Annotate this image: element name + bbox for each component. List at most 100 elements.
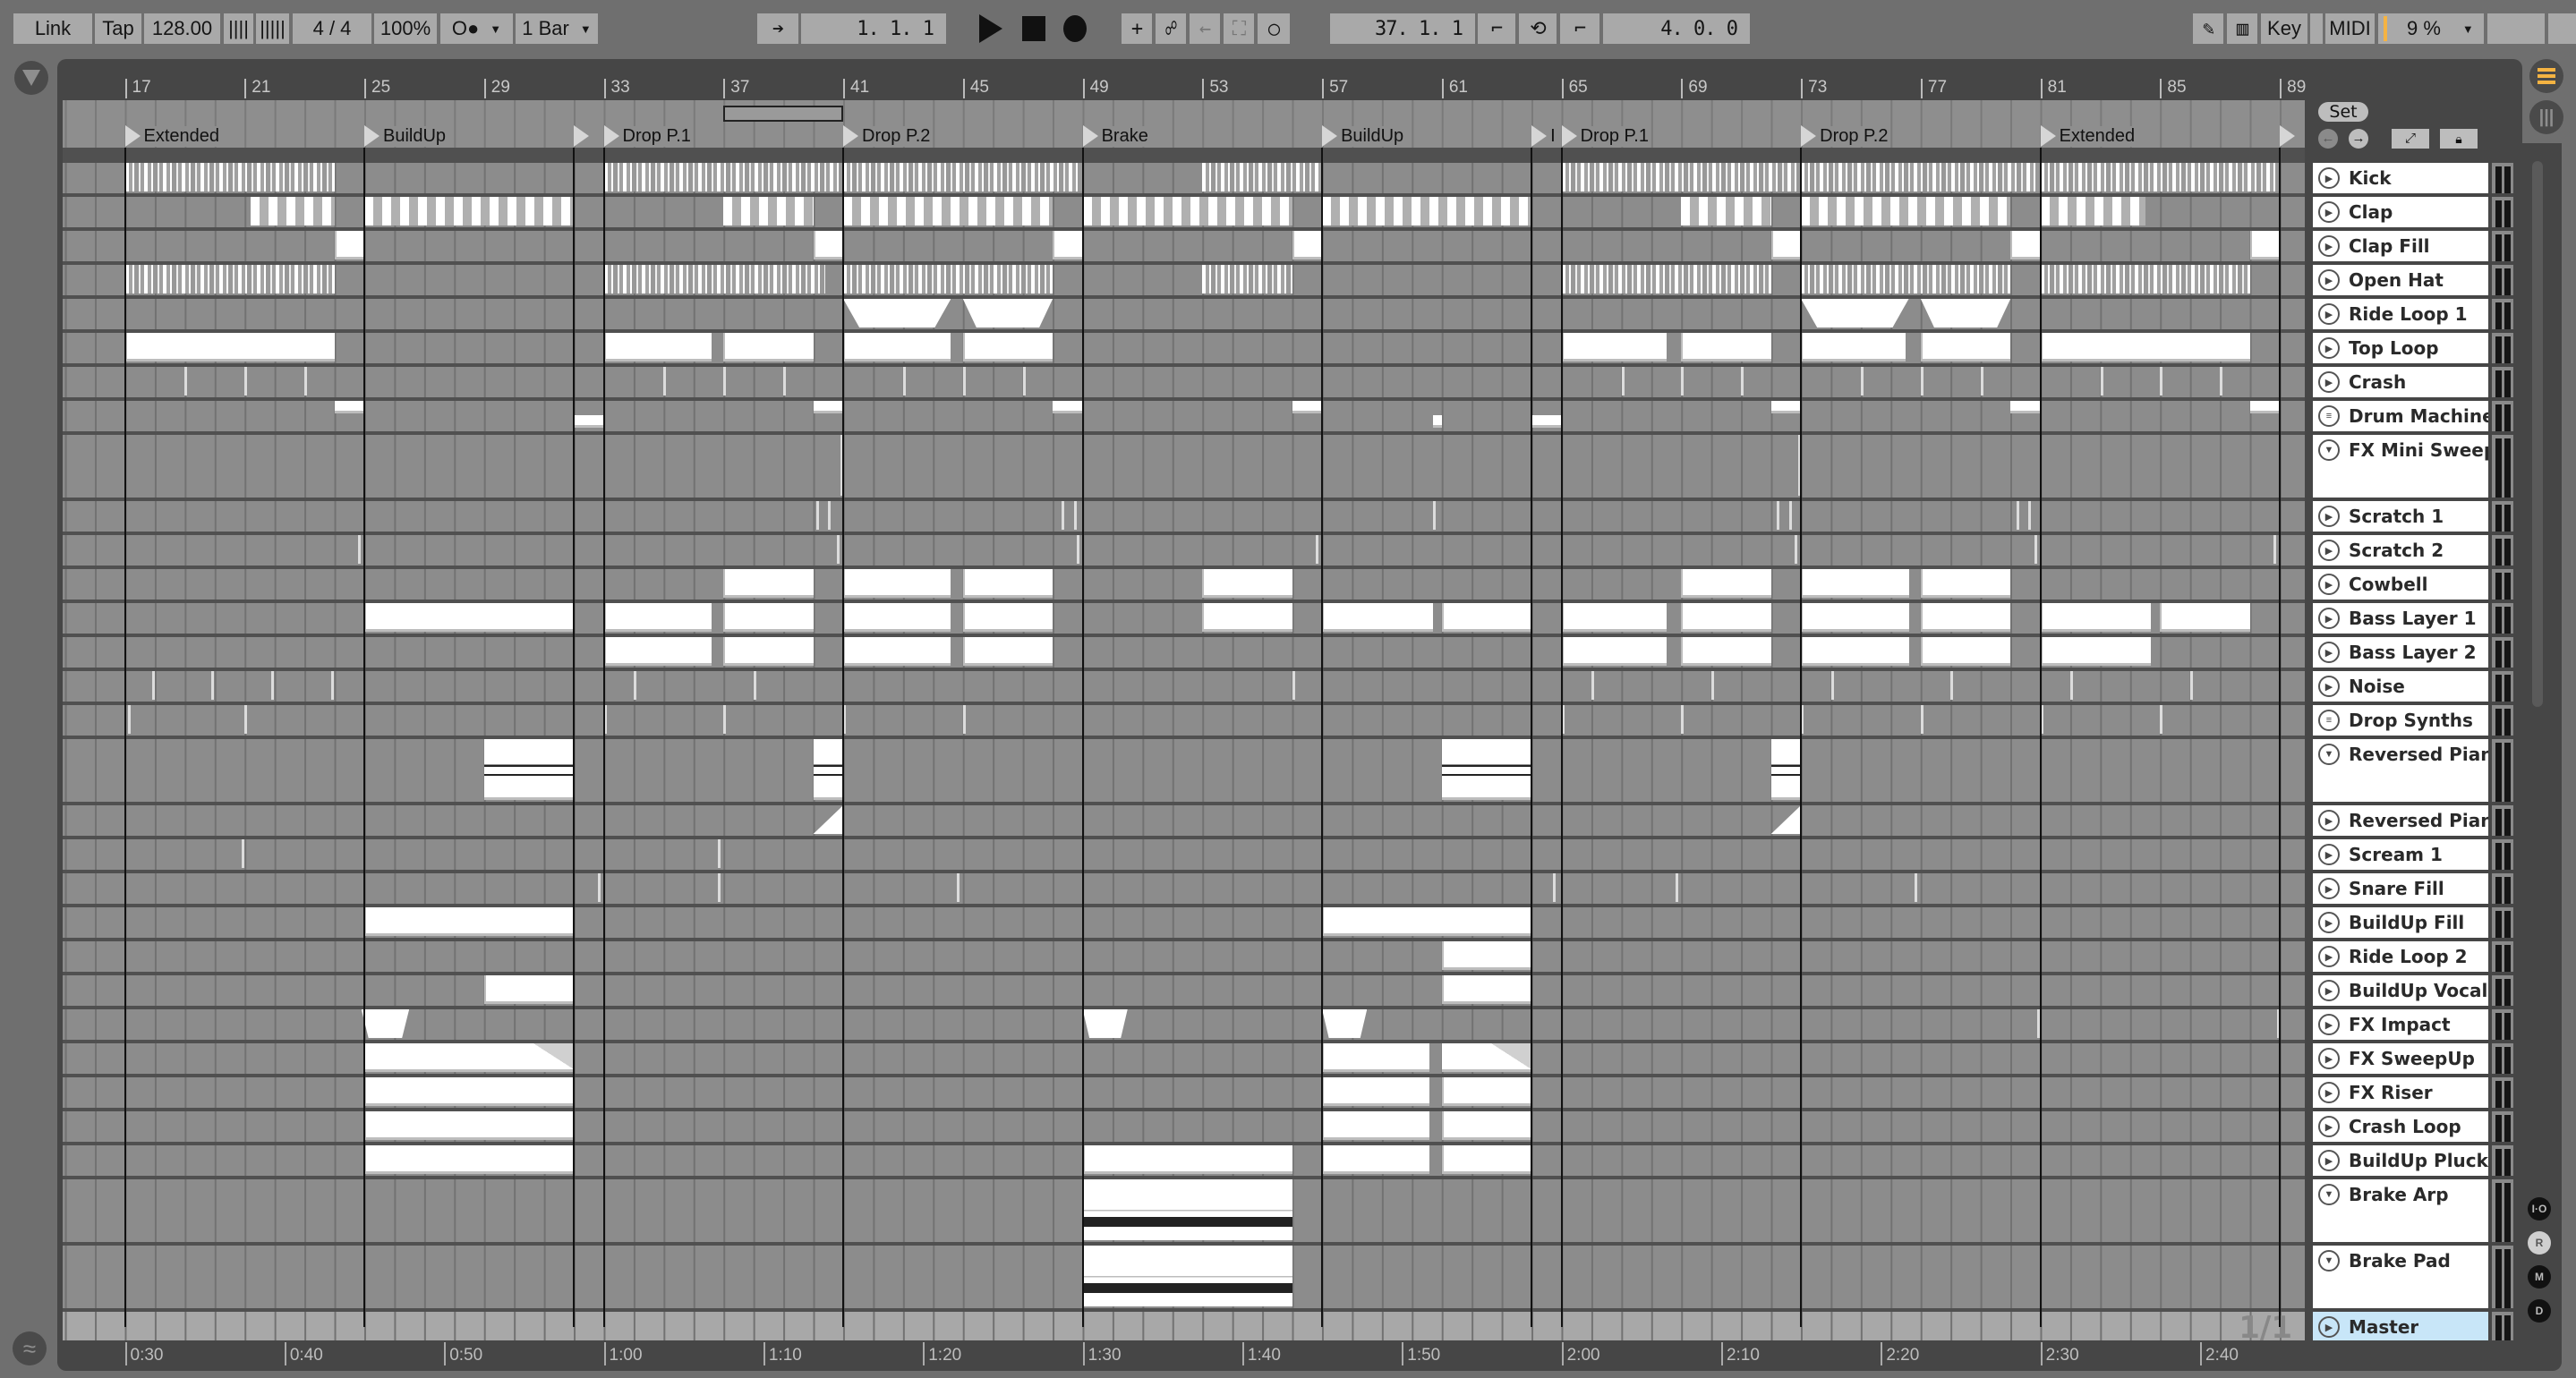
play-icon[interactable]: ▶ bbox=[2318, 980, 2340, 1001]
clip[interactable] bbox=[574, 415, 604, 428]
clip[interactable] bbox=[364, 1043, 575, 1072]
clip[interactable] bbox=[1770, 805, 1802, 834]
clip[interactable] bbox=[603, 637, 712, 666]
track-header[interactable]: ▶ Clap Fill bbox=[2313, 227, 2515, 261]
clip[interactable] bbox=[2010, 401, 2041, 413]
clip[interactable] bbox=[2189, 671, 2193, 700]
locator-triangle-icon[interactable] bbox=[1561, 125, 1577, 147]
play-icon[interactable]: ▶ bbox=[2318, 1048, 2340, 1069]
clip[interactable] bbox=[1770, 739, 1802, 800]
play-icon[interactable]: ▶ bbox=[2318, 1150, 2340, 1171]
locator-triangle-icon[interactable] bbox=[1801, 125, 1817, 147]
clip[interactable] bbox=[1561, 333, 1667, 362]
track-lane[interactable] bbox=[63, 1006, 2305, 1040]
track-name-box[interactable]: ▶ Clap bbox=[2313, 197, 2488, 227]
play-icon[interactable]: ▶ bbox=[2318, 269, 2340, 291]
clip[interactable] bbox=[1082, 1009, 1128, 1038]
clip[interactable] bbox=[783, 367, 787, 396]
clip[interactable] bbox=[1292, 231, 1323, 259]
clip[interactable] bbox=[358, 535, 362, 564]
clip[interactable] bbox=[843, 265, 1053, 293]
track-lane[interactable] bbox=[63, 431, 2305, 498]
clip[interactable] bbox=[1801, 163, 2041, 191]
track-name-box[interactable]: ▶ Bass Layer 1 bbox=[2313, 603, 2488, 634]
clip[interactable] bbox=[723, 569, 814, 598]
clip[interactable] bbox=[364, 603, 575, 632]
clip[interactable] bbox=[1292, 401, 1323, 413]
track-header[interactable]: ▶ Snare Fill bbox=[2313, 870, 2515, 904]
clip[interactable] bbox=[1441, 975, 1532, 1004]
clip[interactable] bbox=[1681, 569, 1771, 598]
track-name-box[interactable]: ▶ FX SweepUp bbox=[2313, 1043, 2488, 1074]
track-header[interactable]: ▶ FX SweepUp bbox=[2313, 1040, 2515, 1074]
track-name-box[interactable]: ▶ Top Loop bbox=[2313, 333, 2488, 363]
clip[interactable] bbox=[1920, 705, 1923, 734]
clip[interactable] bbox=[1681, 637, 1771, 666]
track-lane[interactable] bbox=[63, 498, 2305, 532]
clip[interactable] bbox=[753, 671, 756, 700]
fold-icon[interactable]: ▼ bbox=[2318, 744, 2340, 765]
io-rmd-button[interactable]: M bbox=[2528, 1265, 2551, 1289]
clip[interactable] bbox=[962, 367, 966, 396]
track-header[interactable]: ▶ FX Impact bbox=[2313, 1006, 2515, 1040]
master-track-header[interactable]: ▶ Master bbox=[2313, 1308, 2515, 1340]
clip[interactable] bbox=[723, 333, 814, 362]
clip[interactable] bbox=[1980, 367, 1983, 396]
track-name-box[interactable]: ▼ Reversed Pian bbox=[2313, 739, 2488, 802]
locator-triangle-icon[interactable] bbox=[574, 125, 590, 147]
clip[interactable] bbox=[663, 367, 667, 396]
io-rmd-button[interactable]: D bbox=[2528, 1299, 2551, 1323]
clip[interactable] bbox=[1741, 367, 1744, 396]
track-lane[interactable] bbox=[63, 904, 2305, 938]
session-record-button[interactable]: ○ bbox=[1258, 13, 1290, 44]
clip[interactable] bbox=[1322, 907, 1532, 936]
clip[interactable] bbox=[962, 603, 1053, 632]
clip[interactable] bbox=[1202, 163, 1323, 191]
locator[interactable]: I bbox=[1531, 125, 1556, 147]
clip[interactable] bbox=[1441, 1111, 1532, 1140]
clip[interactable] bbox=[241, 839, 244, 868]
clip[interactable] bbox=[962, 705, 966, 734]
track-lane[interactable] bbox=[63, 1074, 2305, 1108]
play-icon[interactable]: ▶ bbox=[2318, 946, 2340, 967]
clip[interactable] bbox=[1915, 873, 1918, 902]
clip[interactable] bbox=[2220, 367, 2223, 396]
clip[interactable] bbox=[1681, 197, 1771, 225]
clip[interactable] bbox=[1441, 1145, 1532, 1174]
track-lane[interactable] bbox=[63, 1108, 2305, 1142]
arrangement-lanes[interactable]: 1/1 bbox=[63, 148, 2305, 1346]
play-icon[interactable]: ▶ bbox=[2318, 1082, 2340, 1103]
clip[interactable] bbox=[843, 197, 1053, 225]
track-lane[interactable] bbox=[63, 227, 2305, 261]
track-name-box[interactable]: ▶ Cowbell bbox=[2313, 569, 2488, 600]
clip[interactable] bbox=[2016, 501, 2019, 530]
master-lane[interactable]: 1/1 bbox=[63, 1308, 2305, 1346]
clip[interactable] bbox=[1322, 603, 1433, 632]
track-name-box[interactable]: ▼ FX Mini Sweep bbox=[2313, 435, 2488, 498]
clip[interactable] bbox=[1432, 501, 1436, 530]
fold-icon[interactable]: ▼ bbox=[2318, 439, 2340, 461]
clip[interactable] bbox=[1076, 535, 1079, 564]
clip[interactable] bbox=[1920, 367, 1923, 396]
clip[interactable] bbox=[1561, 265, 1771, 293]
track-header[interactable]: ▶ Bass Layer 2 bbox=[2313, 634, 2515, 668]
track-lane[interactable] bbox=[63, 295, 2305, 329]
track-lane[interactable] bbox=[63, 329, 2305, 363]
clip[interactable] bbox=[1801, 569, 1909, 598]
clip[interactable] bbox=[1322, 1043, 1430, 1072]
clip[interactable] bbox=[597, 873, 601, 902]
clip[interactable] bbox=[717, 873, 721, 902]
track-header[interactable]: ≡ Drum Machine bbox=[2313, 397, 2515, 431]
track-header[interactable]: ▶ BuildUp Vocal bbox=[2313, 972, 2515, 1006]
clip[interactable] bbox=[1073, 501, 1077, 530]
clip[interactable] bbox=[2034, 535, 2037, 564]
clip[interactable] bbox=[1561, 163, 1802, 191]
track-name-box[interactable]: ▶ Clap Fill bbox=[2313, 231, 2488, 261]
clip[interactable] bbox=[250, 197, 335, 225]
clip[interactable] bbox=[2249, 401, 2281, 413]
clip[interactable] bbox=[1770, 401, 1802, 413]
back-button[interactable]: ← bbox=[2318, 129, 2338, 149]
follow-button[interactable]: ➔ bbox=[757, 13, 798, 44]
time-signature-field[interactable]: 4 / 4 bbox=[293, 13, 371, 44]
clip[interactable] bbox=[124, 163, 335, 191]
